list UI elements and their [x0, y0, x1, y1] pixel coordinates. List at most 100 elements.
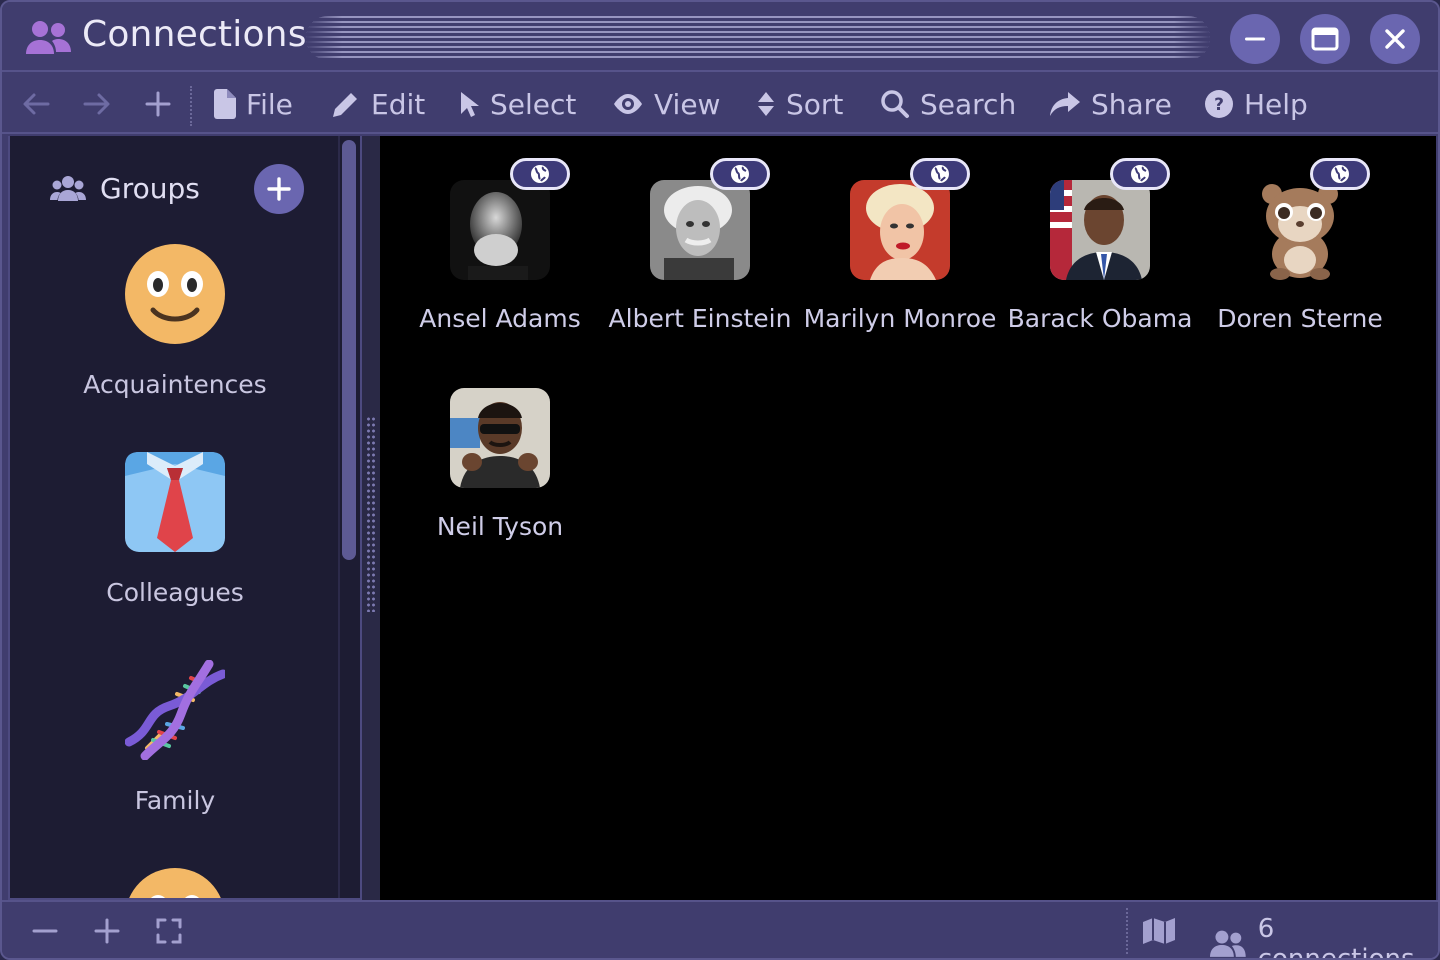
contact-barack-obama[interactable]: Barack Obama	[1000, 158, 1200, 333]
file-icon	[214, 89, 236, 119]
maximize-icon	[1311, 27, 1339, 51]
contact-name: Neil Tyson	[436, 512, 564, 541]
globe-icon	[531, 165, 549, 183]
contact-photo	[1250, 180, 1350, 280]
shirt-tie-icon	[125, 452, 225, 552]
window-title: Connections	[82, 14, 307, 55]
forward-button[interactable]	[81, 88, 113, 120]
connection-count: 6 connections	[1210, 914, 1438, 960]
contact-name: Ansel Adams	[419, 304, 581, 333]
zoom-out-icon	[32, 929, 58, 933]
groups-sidebar: Groups Acquaintences Colleagues Family	[8, 136, 362, 900]
toolbar-divider	[190, 86, 192, 126]
select-menu-label: Select	[490, 87, 577, 121]
fit-screen-button[interactable]	[154, 916, 184, 946]
people-icon	[1210, 930, 1246, 957]
view-menu-label: View	[654, 87, 721, 121]
group-item-partial[interactable]	[50, 868, 300, 898]
contact-photo	[450, 388, 550, 488]
forward-arrow-icon	[83, 93, 110, 115]
contact-photo	[850, 180, 950, 280]
contact-photo	[450, 180, 550, 280]
sidebar-splitter[interactable]	[362, 136, 380, 900]
minimize-icon	[1245, 37, 1265, 41]
zoom-out-button[interactable]	[30, 916, 60, 946]
share-menu-label: Share	[1091, 87, 1172, 121]
public-badge	[510, 158, 570, 190]
map-button[interactable]	[1142, 916, 1176, 946]
contact-photo	[1050, 180, 1150, 280]
status-bar: 6 connections	[2, 900, 1438, 958]
contact-name: Marilyn Monroe	[803, 304, 997, 333]
back-arrow-icon	[23, 93, 50, 115]
smiley-face-icon	[125, 244, 225, 344]
connections-window: Connections File Edit Select View Sort S…	[0, 0, 1440, 960]
close-button[interactable]	[1370, 14, 1420, 64]
people-icon	[26, 21, 71, 54]
cursor-icon	[461, 92, 479, 117]
contact-name: Albert Einstein	[608, 304, 792, 333]
help-menu-label: Help	[1244, 87, 1308, 121]
status-divider	[1126, 908, 1128, 954]
select-menu[interactable]: Select	[458, 84, 576, 124]
globe-icon	[931, 165, 949, 183]
maximize-button[interactable]	[1300, 14, 1350, 64]
close-icon	[1385, 29, 1405, 49]
contact-name: Barack Obama	[1007, 304, 1193, 333]
sort-menu-label: Sort	[786, 87, 844, 121]
view-menu[interactable]: View	[612, 84, 720, 124]
help-menu[interactable]: ? Help	[1204, 84, 1308, 124]
group-label: Colleagues	[106, 578, 244, 607]
contact-photo	[650, 180, 750, 280]
plus-icon	[145, 91, 171, 117]
search-menu-label: Search	[920, 87, 1017, 121]
minimize-button[interactable]	[1230, 14, 1280, 64]
contact-ansel-adams[interactable]: Ansel Adams	[400, 158, 600, 333]
edit-menu[interactable]: Edit	[331, 84, 425, 124]
map-icon	[1143, 918, 1175, 944]
public-badge	[910, 158, 970, 190]
smiley-face-icon	[129, 868, 221, 898]
contact-neil-tyson[interactable]: Neil Tyson	[400, 388, 600, 541]
fit-screen-icon	[156, 918, 182, 944]
group-item-colleagues[interactable]: Colleagues	[50, 452, 300, 607]
add-group-button[interactable]	[254, 164, 304, 214]
title-bar[interactable]: Connections	[2, 2, 1438, 72]
back-button[interactable]	[20, 88, 52, 120]
globe-icon	[1131, 165, 1149, 183]
people-group-icon	[50, 175, 86, 201]
groups-heading-label: Groups	[100, 172, 200, 205]
contact-albert-einstein[interactable]: Albert Einstein	[600, 158, 800, 333]
pencil-icon	[333, 93, 357, 117]
file-menu-label: File	[246, 87, 293, 121]
help-icon: ?	[1205, 90, 1233, 118]
contact-marilyn-monroe[interactable]: Marilyn Monroe	[800, 158, 1000, 333]
share-menu[interactable]: Share	[1049, 84, 1172, 124]
zoom-in-button[interactable]	[92, 916, 122, 946]
public-badge	[1310, 158, 1370, 190]
contact-name: Doren Sterne	[1217, 304, 1383, 333]
group-label: Family	[134, 786, 216, 815]
sidebar-scroll-track[interactable]	[338, 136, 340, 898]
eye-icon	[614, 94, 642, 114]
public-badge	[710, 158, 770, 190]
toolbar: File Edit Select View Sort Search Share …	[2, 74, 1438, 134]
connection-count-label: 6 connections	[1257, 914, 1415, 960]
search-menu[interactable]: Search	[880, 84, 1016, 124]
globe-icon	[731, 165, 749, 183]
contact-doren-sterne[interactable]: Doren Sterne	[1200, 158, 1400, 333]
sort-menu[interactable]: Sort	[756, 84, 843, 124]
public-badge	[1110, 158, 1170, 190]
file-menu[interactable]: File	[214, 84, 293, 124]
sort-icon	[758, 92, 774, 116]
dna-icon	[124, 659, 228, 761]
title-drag-handle[interactable]	[306, 16, 1210, 60]
svg-text:?: ?	[1214, 95, 1224, 115]
share-icon	[1050, 92, 1080, 116]
sidebar-scrollbar[interactable]	[342, 140, 356, 560]
group-item-family[interactable]: Family	[50, 659, 300, 815]
search-icon	[881, 90, 909, 118]
zoom-in-icon	[94, 918, 120, 944]
new-button[interactable]	[142, 88, 174, 120]
group-item-acquaintences[interactable]: Acquaintences	[50, 244, 300, 399]
